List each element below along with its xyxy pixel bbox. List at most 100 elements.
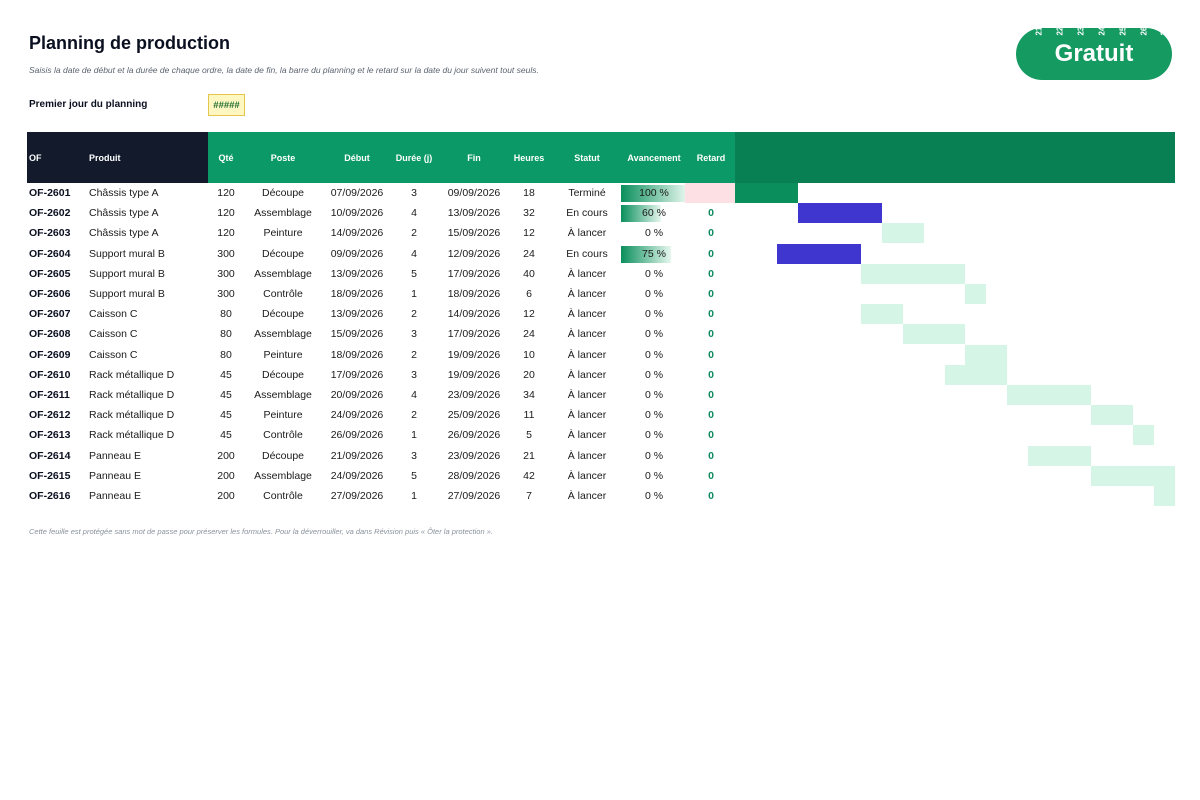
cell-duree[interactable]: 3 [393,446,435,466]
cell-statut[interactable]: En cours [552,244,622,264]
cell-debut[interactable]: 18/09/2026 [321,345,393,365]
cell-statut[interactable]: À lancer [552,425,622,445]
cell-avancement[interactable]: 0 % [621,345,687,365]
cell-retard[interactable]: 0 [687,345,735,365]
cell-retard[interactable] [687,183,735,203]
cell-debut[interactable]: 26/09/2026 [321,425,393,445]
cell-avancement[interactable]: 0 % [621,365,687,385]
cell-statut[interactable]: En cours [552,203,622,223]
cell-debut[interactable]: 13/09/2026 [321,304,393,324]
cell-qte[interactable]: 200 [208,466,244,486]
cell-statut[interactable]: À lancer [552,284,622,304]
cell-debut[interactable]: 07/09/2026 [321,183,393,203]
cell-qte[interactable]: 80 [208,324,244,344]
cell-qte[interactable]: 45 [208,365,244,385]
cell-statut[interactable]: À lancer [552,466,622,486]
cell-fin[interactable]: 18/09/2026 [435,284,513,304]
cell-retard[interactable]: 0 [687,244,735,264]
cell-qte[interactable]: 80 [208,345,244,365]
cell-avancement[interactable]: 0 % [621,264,687,284]
cell-avancement[interactable]: 0 % [621,223,687,243]
cell-qte[interactable]: 45 [208,385,244,405]
cell-poste[interactable]: Assemblage [248,203,318,223]
cell-debut[interactable]: 14/09/2026 [321,223,393,243]
cell-fin[interactable]: 27/09/2026 [435,486,513,506]
cell-retard[interactable]: 0 [687,365,735,385]
cell-qte[interactable]: 300 [208,284,244,304]
cell-avancement[interactable]: 0 % [621,446,687,466]
cell-fin[interactable]: 23/09/2026 [435,446,513,466]
cell-duree[interactable]: 3 [393,324,435,344]
cell-fin[interactable]: 26/09/2026 [435,425,513,445]
cell-qte[interactable]: 80 [208,304,244,324]
cell-qte[interactable]: 45 [208,425,244,445]
cell-duree[interactable]: 4 [393,244,435,264]
cell-of[interactable]: OF-2605 [29,264,89,284]
cell-heures[interactable]: 7 [513,486,545,506]
cell-duree[interactable]: 5 [393,264,435,284]
cell-produit[interactable]: Rack métallique D [89,425,209,445]
cell-statut[interactable]: À lancer [552,365,622,385]
cell-retard[interactable]: 0 [687,405,735,425]
cell-debut[interactable]: 18/09/2026 [321,284,393,304]
cell-heures[interactable]: 12 [513,223,545,243]
cell-of[interactable]: OF-2603 [29,223,89,243]
cell-duree[interactable]: 2 [393,345,435,365]
cell-debut[interactable]: 21/09/2026 [321,446,393,466]
cell-poste[interactable]: Peinture [248,405,318,425]
cell-debut[interactable]: 24/09/2026 [321,466,393,486]
cell-produit[interactable]: Châssis type A [89,183,209,203]
cell-fin[interactable]: 19/09/2026 [435,365,513,385]
cell-duree[interactable]: 3 [393,183,435,203]
cell-debut[interactable]: 17/09/2026 [321,365,393,385]
cell-produit[interactable]: Rack métallique D [89,405,209,425]
cell-fin[interactable]: 13/09/2026 [435,203,513,223]
cell-poste[interactable]: Assemblage [248,385,318,405]
cell-of[interactable]: OF-2601 [29,183,89,203]
cell-poste[interactable]: Découpe [248,304,318,324]
cell-heures[interactable]: 24 [513,244,545,264]
cell-poste[interactable]: Découpe [248,446,318,466]
cell-duree[interactable]: 1 [393,284,435,304]
cell-retard[interactable]: 0 [687,304,735,324]
cell-fin[interactable]: 28/09/2026 [435,466,513,486]
cell-retard[interactable]: 0 [687,385,735,405]
cell-produit[interactable]: Support mural B [89,244,209,264]
cell-fin[interactable]: 14/09/2026 [435,304,513,324]
cell-poste[interactable]: Peinture [248,223,318,243]
cell-qte[interactable]: 300 [208,264,244,284]
cell-poste[interactable]: Assemblage [248,264,318,284]
cell-heures[interactable]: 21 [513,446,545,466]
first-day-input[interactable]: ##### [208,94,245,116]
cell-statut[interactable]: À lancer [552,385,622,405]
cell-debut[interactable]: 15/09/2026 [321,324,393,344]
cell-of[interactable]: OF-2602 [29,203,89,223]
cell-poste[interactable]: Assemblage [248,324,318,344]
cell-heures[interactable]: 34 [513,385,545,405]
cell-poste[interactable]: Peinture [248,345,318,365]
cell-qte[interactable]: 45 [208,405,244,425]
cell-retard[interactable]: 0 [687,425,735,445]
cell-duree[interactable]: 4 [393,385,435,405]
cell-of[interactable]: OF-2616 [29,486,89,506]
cell-of[interactable]: OF-2614 [29,446,89,466]
cell-fin[interactable]: 25/09/2026 [435,405,513,425]
cell-heures[interactable]: 24 [513,324,545,344]
cell-debut[interactable]: 13/09/2026 [321,264,393,284]
cell-produit[interactable]: Rack métallique D [89,385,209,405]
cell-avancement[interactable]: 100 % [621,183,687,203]
cell-produit[interactable]: Châssis type A [89,223,209,243]
cell-duree[interactable]: 5 [393,466,435,486]
cell-retard[interactable]: 0 [687,324,735,344]
cell-produit[interactable]: Support mural B [89,284,209,304]
cell-retard[interactable]: 0 [687,486,735,506]
cell-retard[interactable]: 0 [687,284,735,304]
cell-heures[interactable]: 10 [513,345,545,365]
cell-duree[interactable]: 2 [393,223,435,243]
cell-avancement[interactable]: 0 % [621,486,687,506]
cell-statut[interactable]: À lancer [552,345,622,365]
cell-retard[interactable]: 0 [687,223,735,243]
cell-avancement[interactable]: 0 % [621,405,687,425]
cell-heures[interactable]: 40 [513,264,545,284]
cell-produit[interactable]: Support mural B [89,264,209,284]
